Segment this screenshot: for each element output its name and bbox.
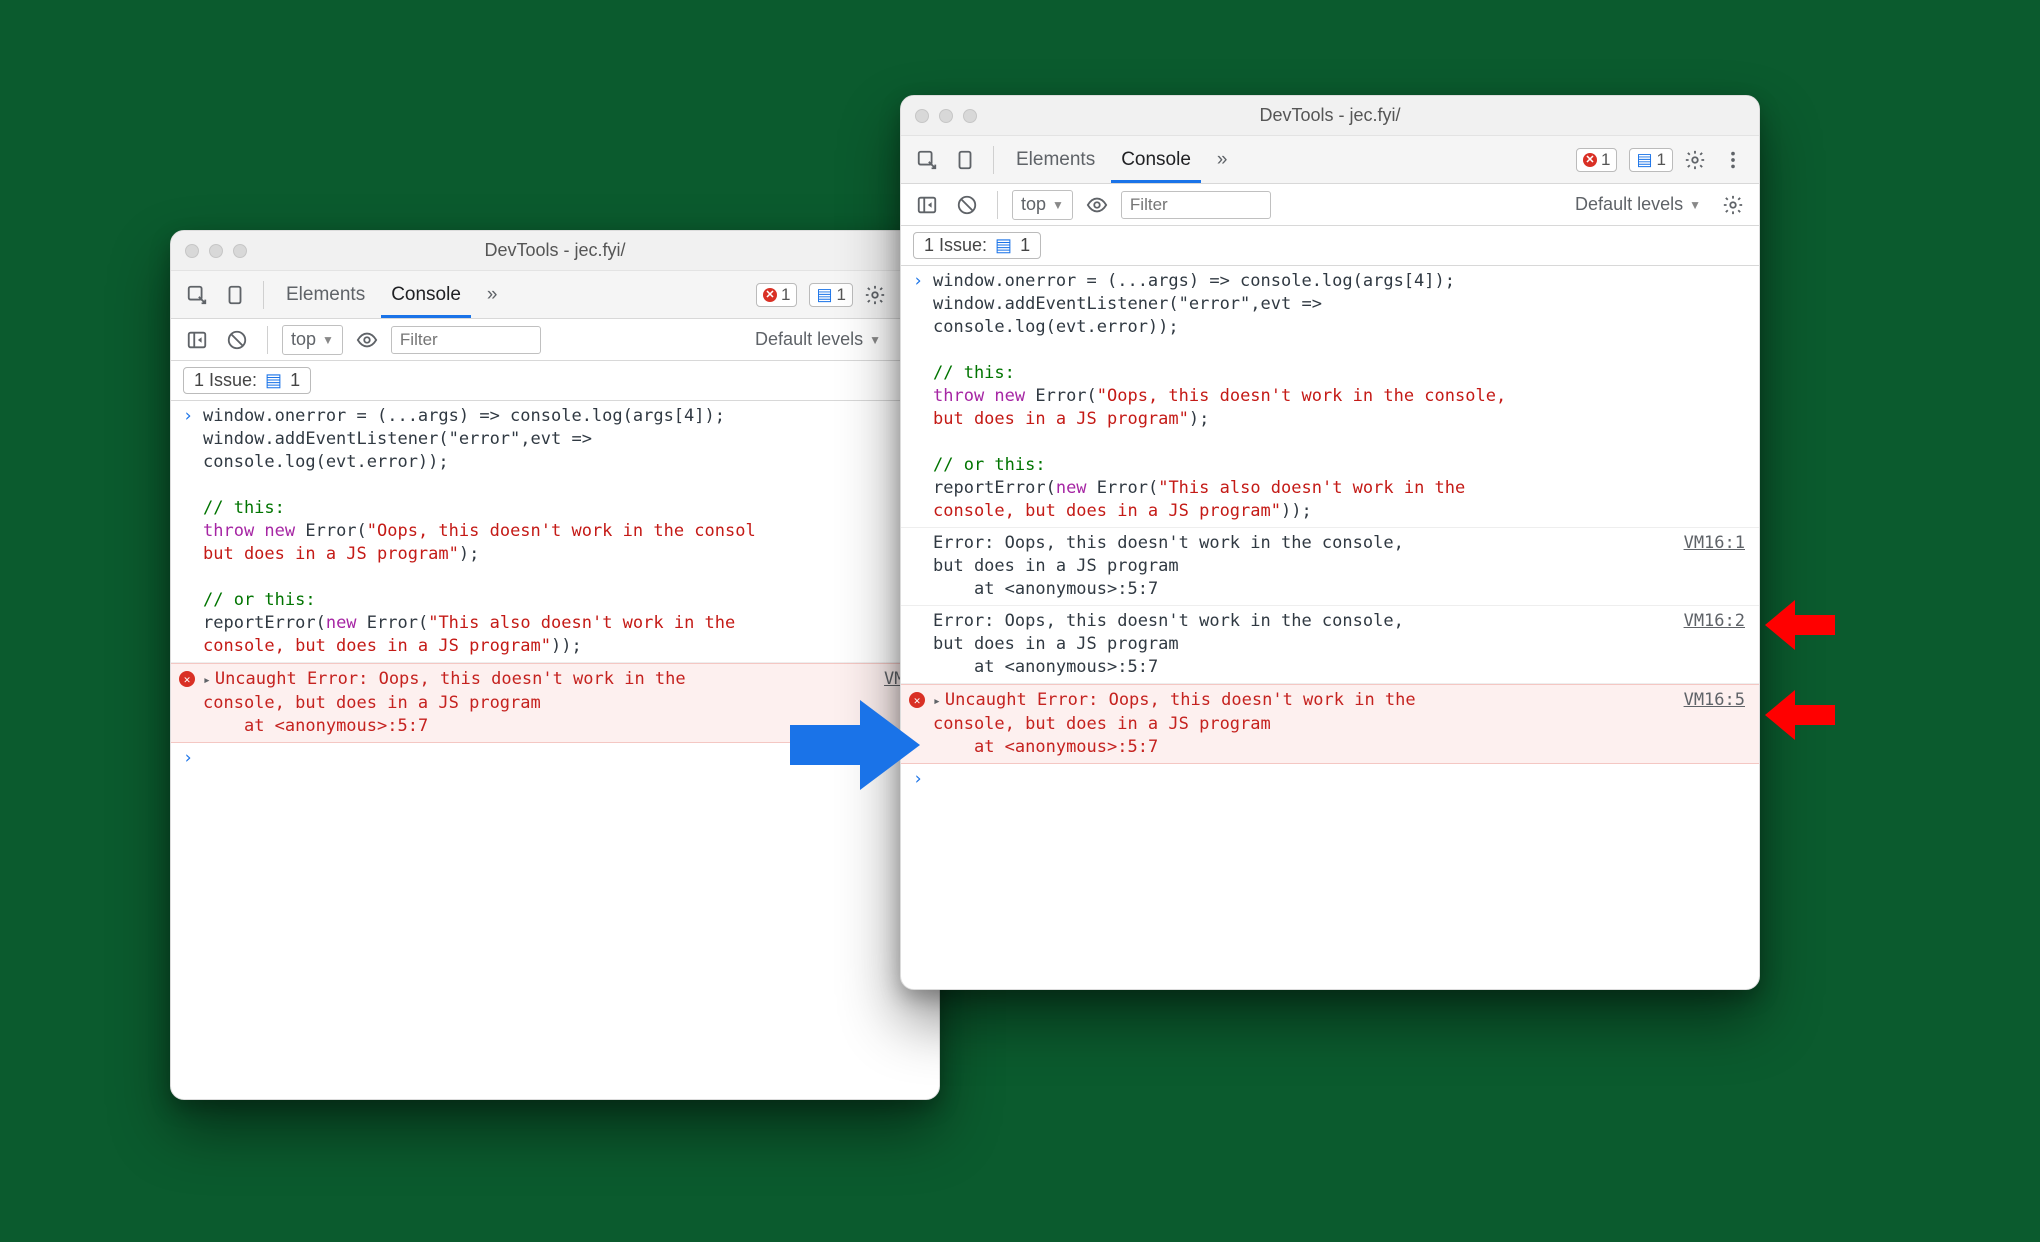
error-count: 1: [781, 285, 790, 305]
context-label: top: [1021, 194, 1046, 215]
red-arrow-icon: [1765, 600, 1835, 650]
window-title: DevTools - jec.fyi/: [901, 105, 1759, 126]
log-text: Error: Oops, this doesn't work in the co…: [933, 610, 1668, 679]
live-expr-icon[interactable]: [1081, 189, 1113, 221]
kebab-icon[interactable]: [1717, 144, 1749, 176]
messages-count: 1: [1657, 150, 1666, 170]
issues-count: 1: [290, 370, 300, 391]
issues-bar[interactable]: 1 Issue: ▤ 1: [171, 361, 939, 401]
prompt-icon: ›: [179, 405, 197, 658]
error-count-badge[interactable]: ✕1: [1576, 148, 1617, 172]
red-arrow-icon: [1765, 690, 1835, 740]
live-expr-icon[interactable]: [351, 324, 383, 356]
error-icon: ✕: [179, 671, 195, 687]
device-icon[interactable]: [949, 144, 981, 176]
log-row[interactable]: Error: Oops, this doesn't work in the co…: [901, 606, 1759, 684]
code-block: window.onerror = (...args) => console.lo…: [933, 270, 1745, 523]
prompt-icon: ›: [909, 270, 927, 523]
clear-icon[interactable]: [951, 189, 983, 221]
devtools-window-right: DevTools - jec.fyi/ Elements Console » ✕…: [900, 95, 1760, 990]
error-count-badge[interactable]: ✕1: [756, 283, 797, 307]
input-row: › window.onerror = (...args) => console.…: [171, 401, 939, 663]
tab-console[interactable]: Console: [1111, 137, 1201, 183]
devtools-window-left: DevTools - jec.fyi/ Elements Console » ✕…: [170, 230, 940, 1100]
messages-badge[interactable]: ▤1: [1629, 148, 1673, 172]
issues-count: 1: [1020, 235, 1030, 256]
console-output[interactable]: › window.onerror = (...args) => console.…: [901, 266, 1759, 795]
issues-bar[interactable]: 1 Issue: ▤ 1: [901, 226, 1759, 266]
console-toolbar: top ▼ Default levels ▼: [171, 319, 939, 361]
context-select[interactable]: top ▼: [282, 325, 343, 355]
levels-select[interactable]: Default levels ▼: [1567, 190, 1709, 220]
levels-label: Default levels: [1575, 194, 1683, 215]
console-toolbar: top ▼ Default levels ▼: [901, 184, 1759, 226]
messages-count: 1: [837, 285, 846, 305]
issues-label: 1 Issue:: [924, 235, 987, 256]
tab-more[interactable]: »: [477, 272, 508, 317]
error-row[interactable]: ✕ Uncaught Error: Oops, this doesn't wor…: [901, 684, 1759, 764]
titlebar[interactable]: DevTools - jec.fyi/: [901, 96, 1759, 136]
prompt-icon: ›: [179, 747, 197, 770]
issues-label: 1 Issue:: [194, 370, 257, 391]
messages-badge[interactable]: ▤1: [809, 283, 853, 307]
tab-console[interactable]: Console: [381, 272, 471, 318]
source-link[interactable]: VM16:1: [1674, 532, 1745, 601]
sidebar-toggle-icon[interactable]: [911, 189, 943, 221]
code-block: window.onerror = (...args) => console.lo…: [203, 405, 925, 658]
log-row[interactable]: Error: Oops, this doesn't work in the co…: [901, 528, 1759, 606]
input-row: › window.onerror = (...args) => console.…: [901, 266, 1759, 528]
main-tabs: Elements Console » ✕1 ▤1: [171, 271, 939, 319]
main-tabs: Elements Console » ✕1 ▤1: [901, 136, 1759, 184]
source-link[interactable]: VM16:2: [1674, 610, 1745, 679]
context-label: top: [291, 329, 316, 350]
gear-icon[interactable]: [1717, 189, 1749, 221]
clear-icon[interactable]: [221, 324, 253, 356]
filter-input[interactable]: [1121, 191, 1271, 219]
error-count: 1: [1601, 150, 1610, 170]
tab-more[interactable]: »: [1207, 137, 1238, 182]
context-select[interactable]: top ▼: [1012, 190, 1073, 220]
source-link[interactable]: VM16:5: [1674, 689, 1745, 759]
filter-input[interactable]: [391, 326, 541, 354]
gear-icon[interactable]: [1679, 144, 1711, 176]
titlebar[interactable]: DevTools - jec.fyi/: [171, 231, 939, 271]
error-text: Uncaught Error: Oops, this doesn't work …: [933, 689, 1668, 759]
gear-icon[interactable]: [859, 279, 891, 311]
prompt-row[interactable]: ›: [901, 764, 1759, 795]
levels-select[interactable]: Default levels ▼: [747, 325, 889, 355]
window-title: DevTools - jec.fyi/: [171, 240, 939, 261]
levels-label: Default levels: [755, 329, 863, 350]
blue-arrow-icon: [790, 700, 920, 790]
error-text: Uncaught Error: Oops, this doesn't work …: [203, 668, 868, 738]
sidebar-toggle-icon[interactable]: [181, 324, 213, 356]
log-text: Error: Oops, this doesn't work in the co…: [933, 532, 1668, 601]
inspect-icon[interactable]: [911, 144, 943, 176]
device-icon[interactable]: [219, 279, 251, 311]
tab-elements[interactable]: Elements: [276, 272, 375, 317]
inspect-icon[interactable]: [181, 279, 213, 311]
tab-elements[interactable]: Elements: [1006, 137, 1105, 182]
